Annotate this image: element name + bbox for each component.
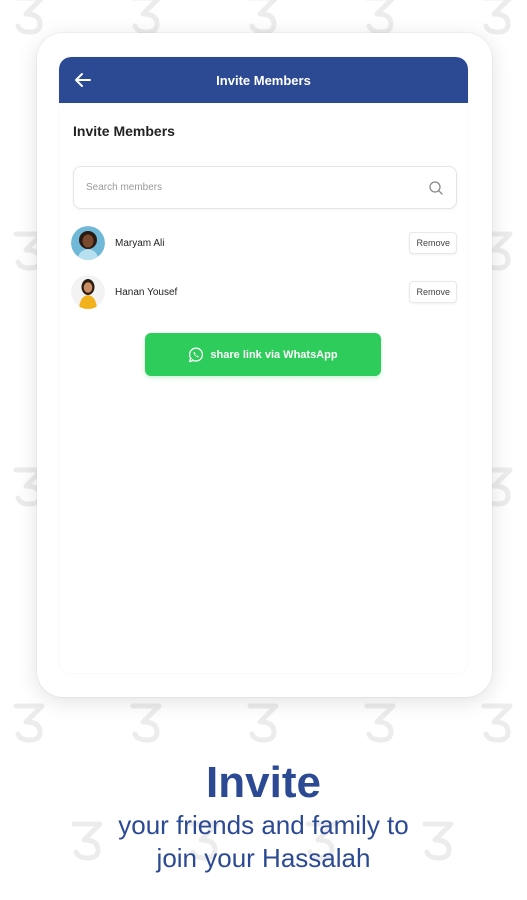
pattern-glyph — [480, 0, 514, 36]
member-row: Hanan Yousef Remove — [71, 272, 457, 312]
tablet-frame: Invite Members Invite Members Maryam Ali… — [37, 33, 492, 697]
app-screen: Invite Members Invite Members Maryam Ali… — [59, 57, 468, 673]
share-whatsapp-button[interactable]: share link via WhatsApp — [145, 333, 381, 376]
pattern-glyph — [363, 700, 397, 744]
caption-line: your friends and family to — [118, 810, 409, 840]
page-title: Invite Members — [73, 123, 175, 139]
search-input[interactable] — [86, 182, 428, 193]
pattern-glyph — [129, 700, 163, 744]
member-name: Hanan Yousef — [115, 286, 178, 298]
back-button[interactable] — [71, 68, 95, 92]
remove-button[interactable]: Remove — [409, 281, 457, 303]
share-whatsapp-label: share link via WhatsApp — [210, 348, 338, 361]
avatar — [71, 226, 105, 260]
pattern-glyph — [129, 0, 163, 36]
caption-line: join your Hassalah — [156, 843, 371, 873]
pattern-glyph — [12, 0, 46, 36]
search-icon[interactable] — [428, 180, 444, 196]
search-field[interactable] — [73, 166, 457, 209]
app-bar: Invite Members — [59, 57, 468, 103]
app-bar-title: Invite Members — [216, 72, 311, 88]
member-name: Maryam Ali — [115, 237, 165, 249]
member-row: Maryam Ali Remove — [71, 223, 457, 263]
whatsapp-icon — [189, 347, 204, 362]
avatar — [71, 275, 105, 309]
caption-title: Invite — [206, 758, 321, 807]
pattern-glyph — [480, 700, 514, 744]
back-arrow-icon — [75, 73, 91, 87]
pattern-glyph — [246, 0, 280, 36]
remove-button[interactable]: Remove — [409, 232, 457, 254]
pattern-glyph — [246, 700, 280, 744]
pattern-glyph — [12, 700, 46, 744]
pattern-glyph — [363, 0, 397, 36]
